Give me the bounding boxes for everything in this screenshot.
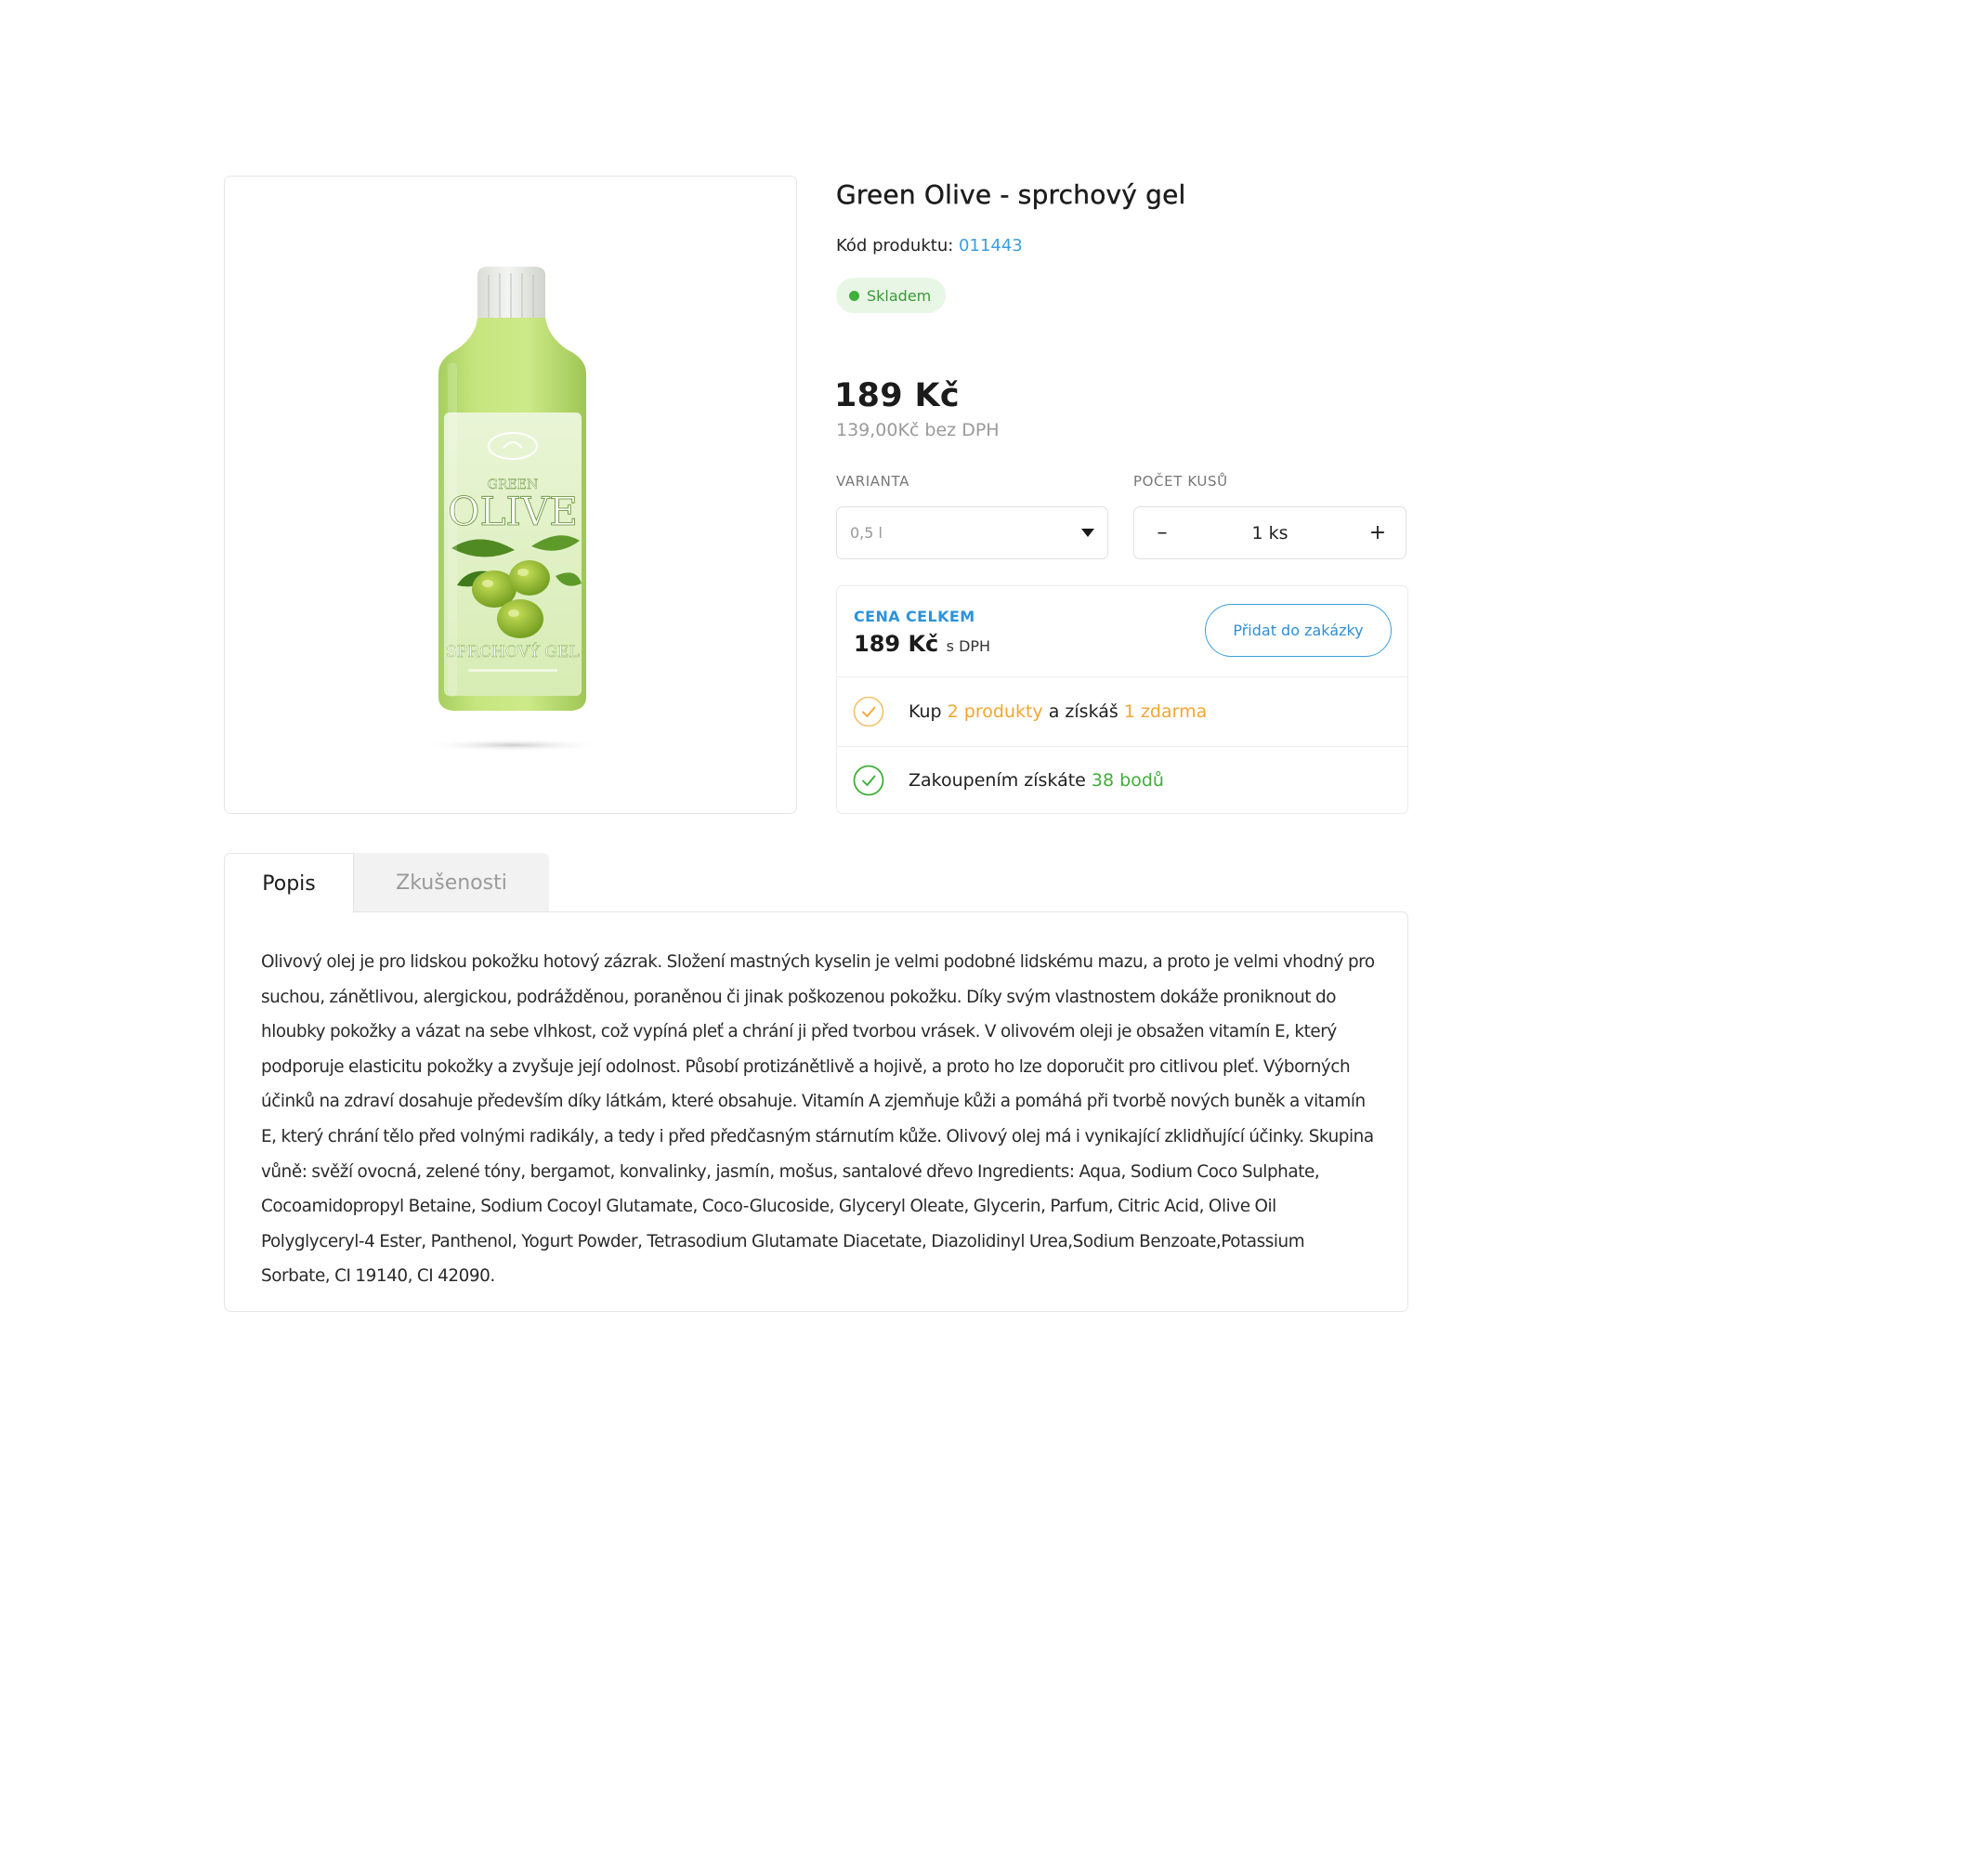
bottle-brand-big: OLIVE: [448, 489, 578, 534]
product-image: GREEN OLIVE SPRCHOVÝ GEL: [420, 267, 606, 752]
total-price-value: 189 Kč: [854, 631, 939, 657]
caret-down-icon: [1081, 529, 1094, 537]
product-code-value[interactable]: 011443: [959, 236, 1023, 255]
quantity-label: POČET KUSŮ: [1133, 473, 1228, 490]
variant-select[interactable]: 0,5 l: [836, 506, 1108, 559]
quantity-increase-button[interactable]: +: [1367, 522, 1389, 544]
stock-badge: Skladem: [836, 278, 947, 313]
product-price: 189 Kč: [834, 377, 960, 414]
check-circle-icon: [853, 696, 884, 727]
stock-status: Skladem: [867, 286, 932, 305]
promo-buy-prefix: Kup: [909, 701, 942, 722]
promo-buy-free: Kup 2 produkty a získáš 1 zdarma: [837, 677, 1407, 747]
product-image-card[interactable]: GREEN OLIVE SPRCHOVÝ GEL: [224, 176, 797, 814]
promo-points-value: 38 bodů: [1091, 770, 1164, 791]
product-price-net: 139,00Kč bez DPH: [836, 420, 1000, 440]
promo-points: Zakoupením získáte 38 bodů: [837, 746, 1407, 815]
product-code-label: Kód produktu:: [836, 236, 954, 255]
tab-description[interactable]: Popis: [224, 853, 354, 913]
add-to-order-button[interactable]: Přidat do zakázky: [1205, 604, 1392, 657]
promo-buy-free-text: Kup 2 produkty a získáš 1 zdarma: [909, 701, 1207, 722]
description-text: Olivový olej je pro lidskou pokožku hoto…: [261, 952, 1375, 1287]
promo-points-prefix: Zakoupením získáte: [909, 770, 1086, 791]
product-title: Green Olive - sprchový gel: [836, 179, 1186, 210]
stock-dot-icon: [849, 290, 859, 301]
description-panel: Olivový olej je pro lidskou pokožku hoto…: [224, 911, 1408, 1312]
tab-reviews[interactable]: Zkušenosti: [354, 853, 549, 912]
variant-value: 0,5 l: [850, 524, 883, 542]
quantity-value[interactable]: 1 ks: [1251, 523, 1288, 544]
promo-buy-middle: a získáš: [1048, 701, 1118, 722]
total-vat-note: s DPH: [946, 637, 991, 655]
product-code: Kód produktu: 011443: [836, 236, 1023, 255]
quantity-decrease-button[interactable]: –: [1151, 522, 1173, 544]
promo-points-text: Zakoupením získáte 38 bodů: [909, 770, 1164, 791]
total-box: CENA CELKEM 189 Kč s DPH Přidat do zakáz…: [836, 585, 1408, 814]
quantity-stepper[interactable]: – 1 ks +: [1133, 506, 1406, 559]
promo-buy-free-count: 1 zdarma: [1123, 701, 1208, 722]
total-price: 189 Kč s DPH: [854, 631, 990, 657]
total-summary: CENA CELKEM 189 Kč s DPH Přidat do zakáz…: [837, 586, 1407, 677]
check-circle-icon: [853, 765, 884, 796]
variant-label: VARIANTA: [836, 473, 909, 490]
total-label: CENA CELKEM: [854, 608, 975, 625]
bottle-label-bottom: SPRCHOVÝ GEL: [446, 642, 580, 661]
promo-buy-count: 2 produkty: [947, 701, 1043, 722]
